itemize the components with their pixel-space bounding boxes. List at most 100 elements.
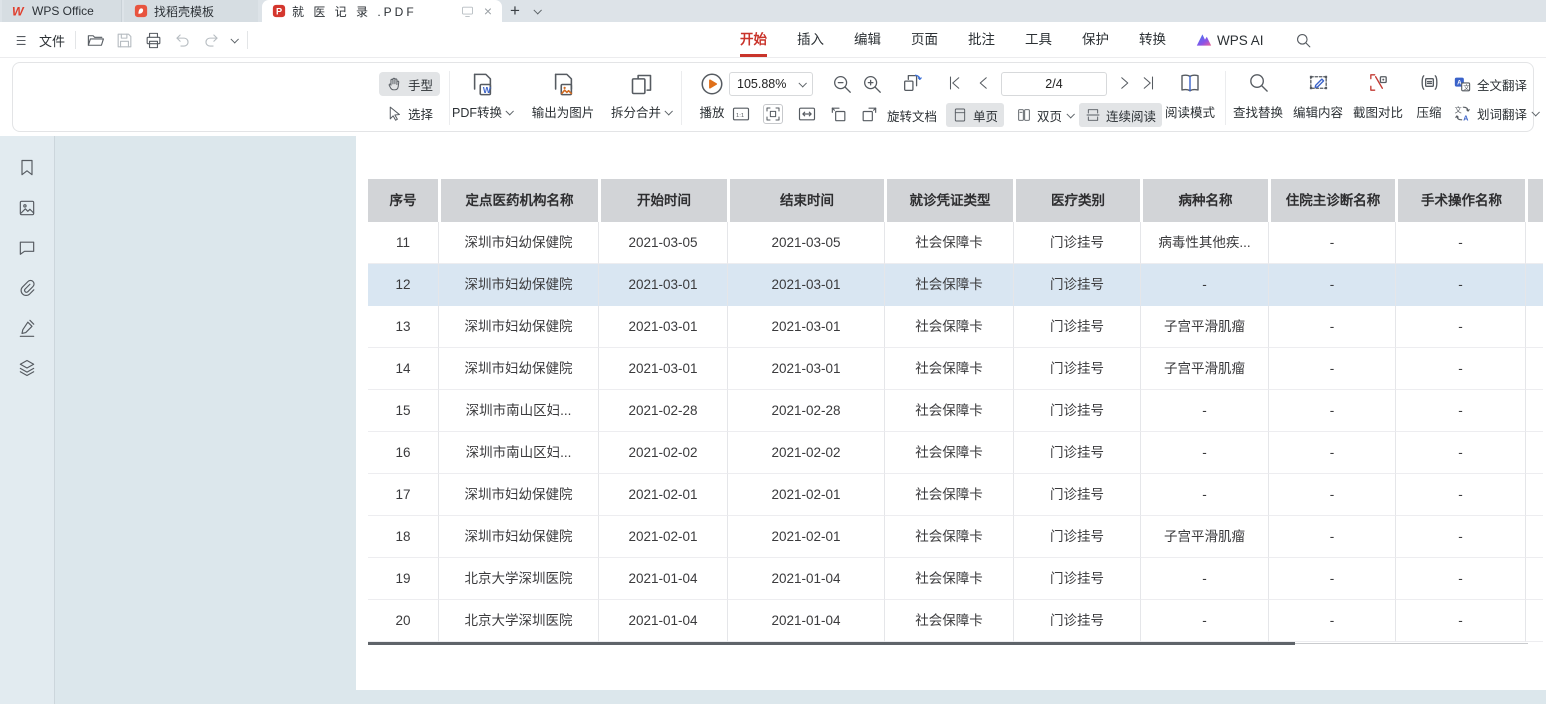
split-merge-button[interactable]: 拆分合并 (605, 68, 677, 126)
more-actions-chevron-icon[interactable] (230, 35, 238, 43)
menu-tab-home[interactable]: 开始 (740, 22, 767, 58)
edit-content-button[interactable]: 编辑内容 (1289, 68, 1347, 126)
rotate-document-button[interactable]: 旋转文档 (885, 103, 939, 127)
menu-tab-convert[interactable]: 转换 (1139, 22, 1166, 58)
table-body: 11深圳市妇幼保健院2021-03-052021-03-05社会保障卡门诊挂号病… (368, 222, 1546, 642)
rotate-left-icon[interactable] (829, 104, 849, 124)
table-row[interactable]: 12深圳市妇幼保健院2021-03-012021-03-01社会保障卡门诊挂号-… (368, 264, 1546, 306)
open-file-icon[interactable] (86, 31, 105, 50)
single-page-button[interactable]: 单页 (946, 103, 1004, 127)
table-row[interactable]: 13深圳市妇幼保健院2021-03-012021-03-01社会保障卡门诊挂号子… (368, 306, 1546, 348)
chevron-down-icon (798, 79, 806, 87)
table-cell: 17 (368, 474, 438, 516)
compress-button[interactable]: 压缩 (1411, 68, 1447, 126)
column-header: 病种名称 (1140, 179, 1268, 222)
menu-tab-tools[interactable]: 工具 (1025, 22, 1052, 58)
export-image-button[interactable]: 输出为图片 (523, 68, 603, 126)
table-row[interactable]: 20北京大学深圳医院2021-01-042021-01-04社会保障卡门诊挂号-… (368, 600, 1546, 642)
pdf-convert-label: PDF转换 (452, 102, 502, 121)
single-page-label: 单页 (973, 106, 998, 125)
table-cell: 2021-02-01 (727, 474, 884, 516)
menu-tab-edit[interactable]: 编辑 (854, 22, 881, 58)
table-row[interactable]: 14深圳市妇幼保健院2021-03-012021-03-01社会保障卡门诊挂号子… (368, 348, 1546, 390)
hand-tool-button[interactable]: 手型 (379, 72, 440, 96)
tab-medical-record-pdf[interactable]: P 就 医 记 录 .PDF × (262, 0, 502, 22)
search-icon[interactable] (1294, 31, 1313, 50)
file-menu-button[interactable]: 文件 (14, 31, 65, 50)
redo-icon[interactable] (202, 31, 221, 50)
word-translate-button[interactable]: 文A 划词翻译 (1453, 101, 1538, 125)
close-tab-icon[interactable]: × (484, 4, 492, 18)
signature-panel-icon[interactable] (17, 318, 37, 338)
tab-docer-templates[interactable]: 找稻壳模板 (124, 0, 258, 22)
wps-ai-label: WPS AI (1217, 33, 1264, 48)
double-page-button[interactable]: 双页 (1010, 103, 1079, 127)
next-page-icon[interactable] (1115, 74, 1133, 92)
table-cell: 门诊挂号 (1013, 348, 1140, 390)
detach-window-icon[interactable] (460, 4, 475, 19)
print-icon[interactable] (144, 31, 163, 50)
table-row[interactable]: 17深圳市妇幼保健院2021-02-012021-02-01社会保障卡门诊挂号-… (368, 474, 1546, 516)
continuous-read-button[interactable]: 连续阅读 (1079, 103, 1162, 127)
tab-wps-office[interactable]: W WPS Office (2, 0, 122, 22)
select-tool-button[interactable]: 选择 (379, 101, 440, 125)
table-row[interactable]: 19北京大学深圳医院2021-01-042021-01-04社会保障卡门诊挂号-… (368, 558, 1546, 600)
table-row[interactable]: 18深圳市妇幼保健院2021-02-012021-02-01社会保障卡门诊挂号子… (368, 516, 1546, 558)
fit-page-icon[interactable] (763, 104, 783, 124)
find-replace-button[interactable]: 查找替换 (1229, 68, 1287, 126)
table-cell: 20 (368, 600, 438, 642)
menu-tab-insert[interactable]: 插入 (797, 22, 824, 58)
tab-list-chevron-icon[interactable] (533, 6, 541, 14)
bookmarks-panel-icon[interactable] (17, 158, 37, 178)
double-page-icon (1016, 107, 1032, 123)
comments-panel-icon[interactable] (17, 238, 37, 258)
table-cell: 11 (368, 222, 438, 264)
images-panel-icon[interactable] (17, 198, 37, 218)
screenshot-compare-button[interactable]: 截图对比 (1349, 68, 1407, 126)
menu-tab-protect[interactable]: 保护 (1082, 22, 1109, 58)
export-image-icon (550, 71, 577, 98)
first-page-icon[interactable] (946, 74, 964, 92)
last-page-icon[interactable] (1139, 74, 1157, 92)
zoom-out-icon[interactable] (831, 73, 853, 95)
new-tab-button[interactable]: + (510, 1, 520, 21)
menu-tab-wps-ai[interactable]: WPS AI (1196, 33, 1264, 48)
table-cell: - (1395, 348, 1525, 390)
table-cell: - (1268, 348, 1395, 390)
layers-panel-icon[interactable] (17, 358, 37, 378)
svg-text:W: W (482, 85, 490, 95)
rotate-right-icon[interactable] (859, 104, 879, 124)
full-translate-button[interactable]: A文 全文翻译 (1453, 72, 1527, 96)
export-image-label: 输出为图片 (532, 102, 595, 121)
previous-page-icon[interactable] (975, 74, 993, 92)
table-row[interactable]: 15深圳市南山区妇...2021-02-282021-02-28社会保障卡门诊挂… (368, 390, 1546, 432)
pdf-convert-button[interactable]: W PDF转换 (443, 68, 521, 126)
table-cell: - (1268, 516, 1395, 558)
fit-width-icon[interactable] (797, 104, 817, 124)
table-cell: - (1140, 390, 1268, 432)
table-cell: 2021-03-01 (727, 306, 884, 348)
attachments-panel-icon[interactable] (17, 278, 37, 298)
zoom-level-combobox[interactable]: 105.88% (729, 72, 813, 96)
menu-tab-comment[interactable]: 批注 (968, 22, 995, 58)
menu-tab-page[interactable]: 页面 (911, 22, 938, 58)
table-row[interactable]: 11深圳市妇幼保健院2021-03-052021-03-05社会保障卡门诊挂号病… (368, 222, 1546, 264)
read-mode-button[interactable]: 阅读模式 (1159, 68, 1221, 126)
undo-icon[interactable] (173, 31, 192, 50)
actual-size-icon[interactable]: 1:1 (731, 104, 751, 124)
zoom-in-icon[interactable] (861, 73, 883, 95)
rotate-pages-icon[interactable] (901, 72, 923, 94)
page-indicator-input[interactable]: 2/4 (1001, 72, 1107, 96)
table-cell: 深圳市妇幼保健院 (438, 474, 598, 516)
screenshot-compare-label: 截图对比 (1353, 102, 1403, 121)
table-row[interactable]: 16深圳市南山区妇...2021-02-022021-02-02社会保障卡门诊挂… (368, 432, 1546, 474)
table-cell: 19 (368, 558, 438, 600)
table-cell: 病毒性其他疾... (1140, 222, 1268, 264)
save-icon[interactable] (115, 31, 134, 50)
table-cell: - (1140, 264, 1268, 306)
table-cell: - (1268, 264, 1395, 306)
word-translate-label: 划词翻译 (1477, 104, 1527, 123)
table-cell: 2021-02-01 (598, 474, 727, 516)
table-cell: 16 (368, 432, 438, 474)
compress-label: 压缩 (1416, 102, 1441, 121)
